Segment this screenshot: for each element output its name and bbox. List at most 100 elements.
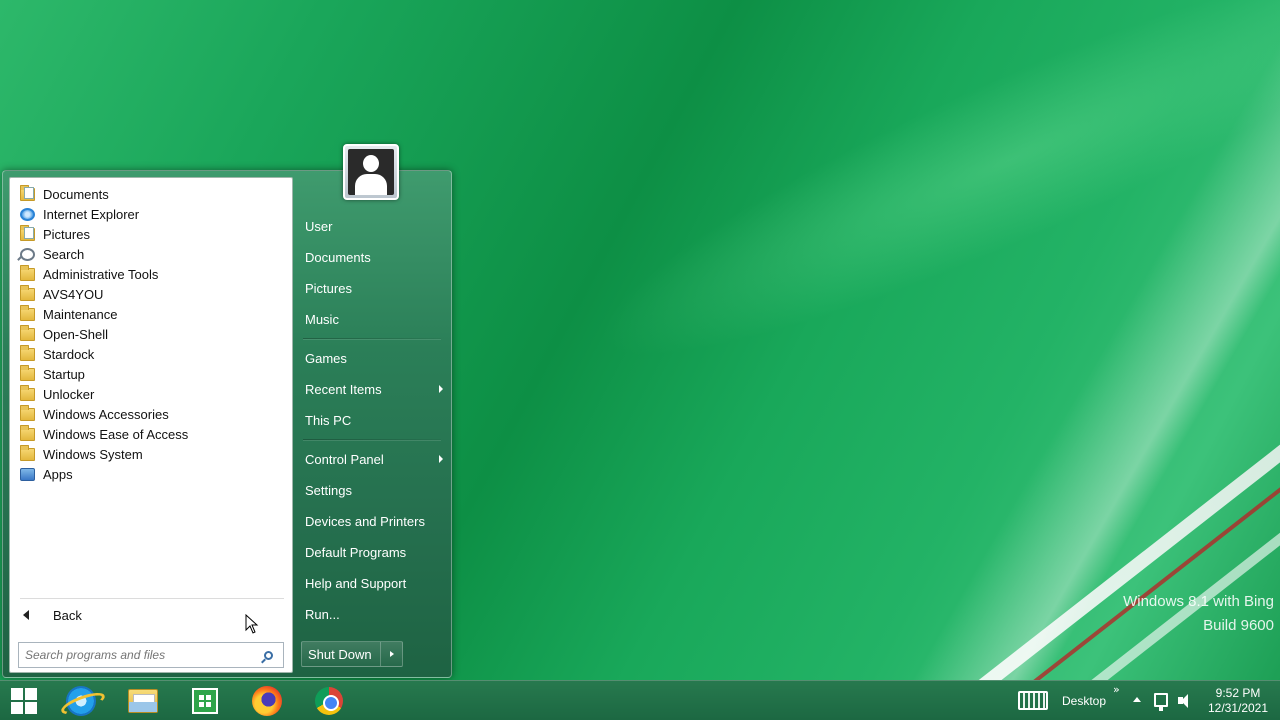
- program-item-label: Documents: [43, 186, 109, 202]
- shutdown-options-button[interactable]: [380, 642, 402, 666]
- menu-separator: [299, 335, 447, 343]
- program-item-administrative-tools[interactable]: Administrative Tools: [18, 264, 288, 284]
- menu-item-label: Run...: [305, 607, 340, 622]
- program-item-label: Windows Accessories: [43, 406, 169, 422]
- program-item-unlocker[interactable]: Unlocker: [18, 384, 288, 404]
- folder-icon: [20, 324, 35, 341]
- folder-icon: [20, 444, 35, 461]
- internet-explorer-icon: [66, 686, 96, 716]
- program-item-avs4you[interactable]: AVS4YOU: [18, 284, 288, 304]
- program-list: Documents Internet Explorer Pictures Sea…: [18, 184, 288, 484]
- program-item-label: Maintenance: [43, 306, 118, 322]
- volume-icon[interactable]: [1178, 693, 1192, 709]
- folder-icon: [20, 404, 35, 421]
- program-item-search[interactable]: Search: [18, 244, 288, 264]
- folder-icon: [20, 424, 35, 441]
- taskbar-file-explorer[interactable]: [114, 681, 172, 720]
- documents-folder-icon: [20, 184, 35, 201]
- folder-icon: [20, 384, 35, 401]
- file-explorer-icon: [128, 689, 158, 713]
- menu-item-label: Games: [305, 351, 347, 366]
- start-button[interactable]: [0, 681, 48, 720]
- back-arrow-icon: [23, 610, 29, 620]
- folder-icon: [20, 264, 35, 281]
- back-label: Back: [53, 607, 82, 623]
- program-item-windows-system[interactable]: Windows System: [18, 444, 288, 464]
- menu-item-music[interactable]: Music: [299, 304, 447, 335]
- back-divider: [20, 598, 284, 599]
- apps-icon: [20, 467, 35, 481]
- menu-item-label: Control Panel: [305, 452, 384, 467]
- menu-item-pictures[interactable]: Pictures: [299, 273, 447, 304]
- program-item-label: Search: [43, 246, 85, 262]
- menu-item-settings[interactable]: Settings: [299, 475, 447, 506]
- shutdown-button[interactable]: Shut Down: [302, 642, 380, 666]
- menu-item-games[interactable]: Games: [299, 343, 447, 374]
- user-silhouette-head: [363, 155, 379, 172]
- program-item-internet-explorer[interactable]: Internet Explorer: [18, 204, 288, 224]
- menu-item-control-panel[interactable]: Control Panel: [299, 444, 447, 475]
- menu-item-default-programs[interactable]: Default Programs: [299, 537, 447, 568]
- user-picture-frame: [348, 149, 394, 195]
- menu-item-label: Documents: [305, 250, 371, 265]
- program-item-maintenance[interactable]: Maintenance: [18, 304, 288, 324]
- watermark-build: Build 9600: [1203, 617, 1274, 634]
- search-icon[interactable]: [264, 650, 273, 660]
- menu-item-run[interactable]: Run...: [299, 599, 447, 630]
- pictures-folder-icon: [20, 224, 35, 241]
- menu-item-devices-printers[interactable]: Devices and Printers: [299, 506, 447, 537]
- show-hidden-icons-icon[interactable]: [1133, 697, 1141, 702]
- menu-item-label: Devices and Printers: [305, 514, 425, 529]
- menu-item-documents[interactable]: Documents: [299, 242, 447, 273]
- start-search-box[interactable]: [18, 642, 284, 668]
- search-icon: [20, 247, 35, 261]
- start-search-input[interactable]: [25, 644, 264, 666]
- wallpaper-glow: [566, 0, 1280, 417]
- clock-date: 12/31/2021: [1207, 701, 1269, 715]
- cursor-arrow-icon: [245, 614, 259, 634]
- windows-logo-icon: [11, 688, 37, 714]
- menu-item-label: Help and Support: [305, 576, 407, 591]
- taskbar-clock[interactable]: 9:52 PM 12/31/2021: [1200, 686, 1276, 716]
- program-item-label: Stardock: [43, 346, 95, 362]
- user-avatar[interactable]: [343, 144, 399, 200]
- taskbar-internet-explorer[interactable]: [52, 681, 110, 720]
- desktop-toolbar[interactable]: Desktop: [1062, 681, 1106, 720]
- taskbar-store[interactable]: [176, 681, 234, 720]
- program-item-label: Administrative Tools: [43, 266, 159, 282]
- start-menu: Documents Internet Explorer Pictures Sea…: [2, 170, 452, 678]
- menu-item-recent-items[interactable]: Recent Items: [299, 374, 447, 405]
- program-item-label: Startup: [43, 366, 85, 382]
- program-item-label: Apps: [43, 466, 73, 482]
- program-item-windows-ease-of-access[interactable]: Windows Ease of Access: [18, 424, 288, 444]
- menu-item-user[interactable]: User: [299, 211, 447, 242]
- touch-keyboard-icon[interactable]: [1018, 691, 1048, 710]
- program-item-stardock[interactable]: Stardock: [18, 344, 288, 364]
- program-item-pictures[interactable]: Pictures: [18, 224, 288, 244]
- taskbar-chrome[interactable]: [300, 681, 358, 720]
- submenu-arrow-icon: [439, 385, 443, 393]
- user-silhouette-body: [355, 174, 387, 195]
- menu-item-label: Pictures: [305, 281, 352, 296]
- taskbar-firefox[interactable]: [238, 681, 296, 720]
- internet-explorer-icon: [20, 207, 35, 221]
- program-item-label: Open-Shell: [43, 326, 109, 342]
- program-item-apps[interactable]: Apps: [18, 464, 288, 484]
- programs-pane: Documents Internet Explorer Pictures Sea…: [9, 177, 293, 673]
- menu-item-label: User: [305, 219, 333, 234]
- desktop-toolbar-label: Desktop: [1062, 694, 1107, 708]
- clock-time: 9:52 PM: [1215, 686, 1261, 700]
- places-pane: User Documents Pictures Music Games Rece…: [299, 211, 447, 630]
- network-icon[interactable]: [1154, 693, 1168, 711]
- menu-item-help-support[interactable]: Help and Support: [299, 568, 447, 599]
- program-item-open-shell[interactable]: Open-Shell: [18, 324, 288, 344]
- program-item-windows-accessories[interactable]: Windows Accessories: [18, 404, 288, 424]
- firefox-icon: [252, 686, 282, 716]
- menu-item-this-pc[interactable]: This PC: [299, 405, 447, 436]
- program-item-startup[interactable]: Startup: [18, 364, 288, 384]
- folder-icon: [20, 344, 35, 361]
- program-item-documents[interactable]: Documents: [18, 184, 288, 204]
- folder-icon: [20, 364, 35, 381]
- toolbar-chevron[interactable]: »: [1113, 683, 1120, 696]
- program-item-label: Windows System: [43, 446, 143, 462]
